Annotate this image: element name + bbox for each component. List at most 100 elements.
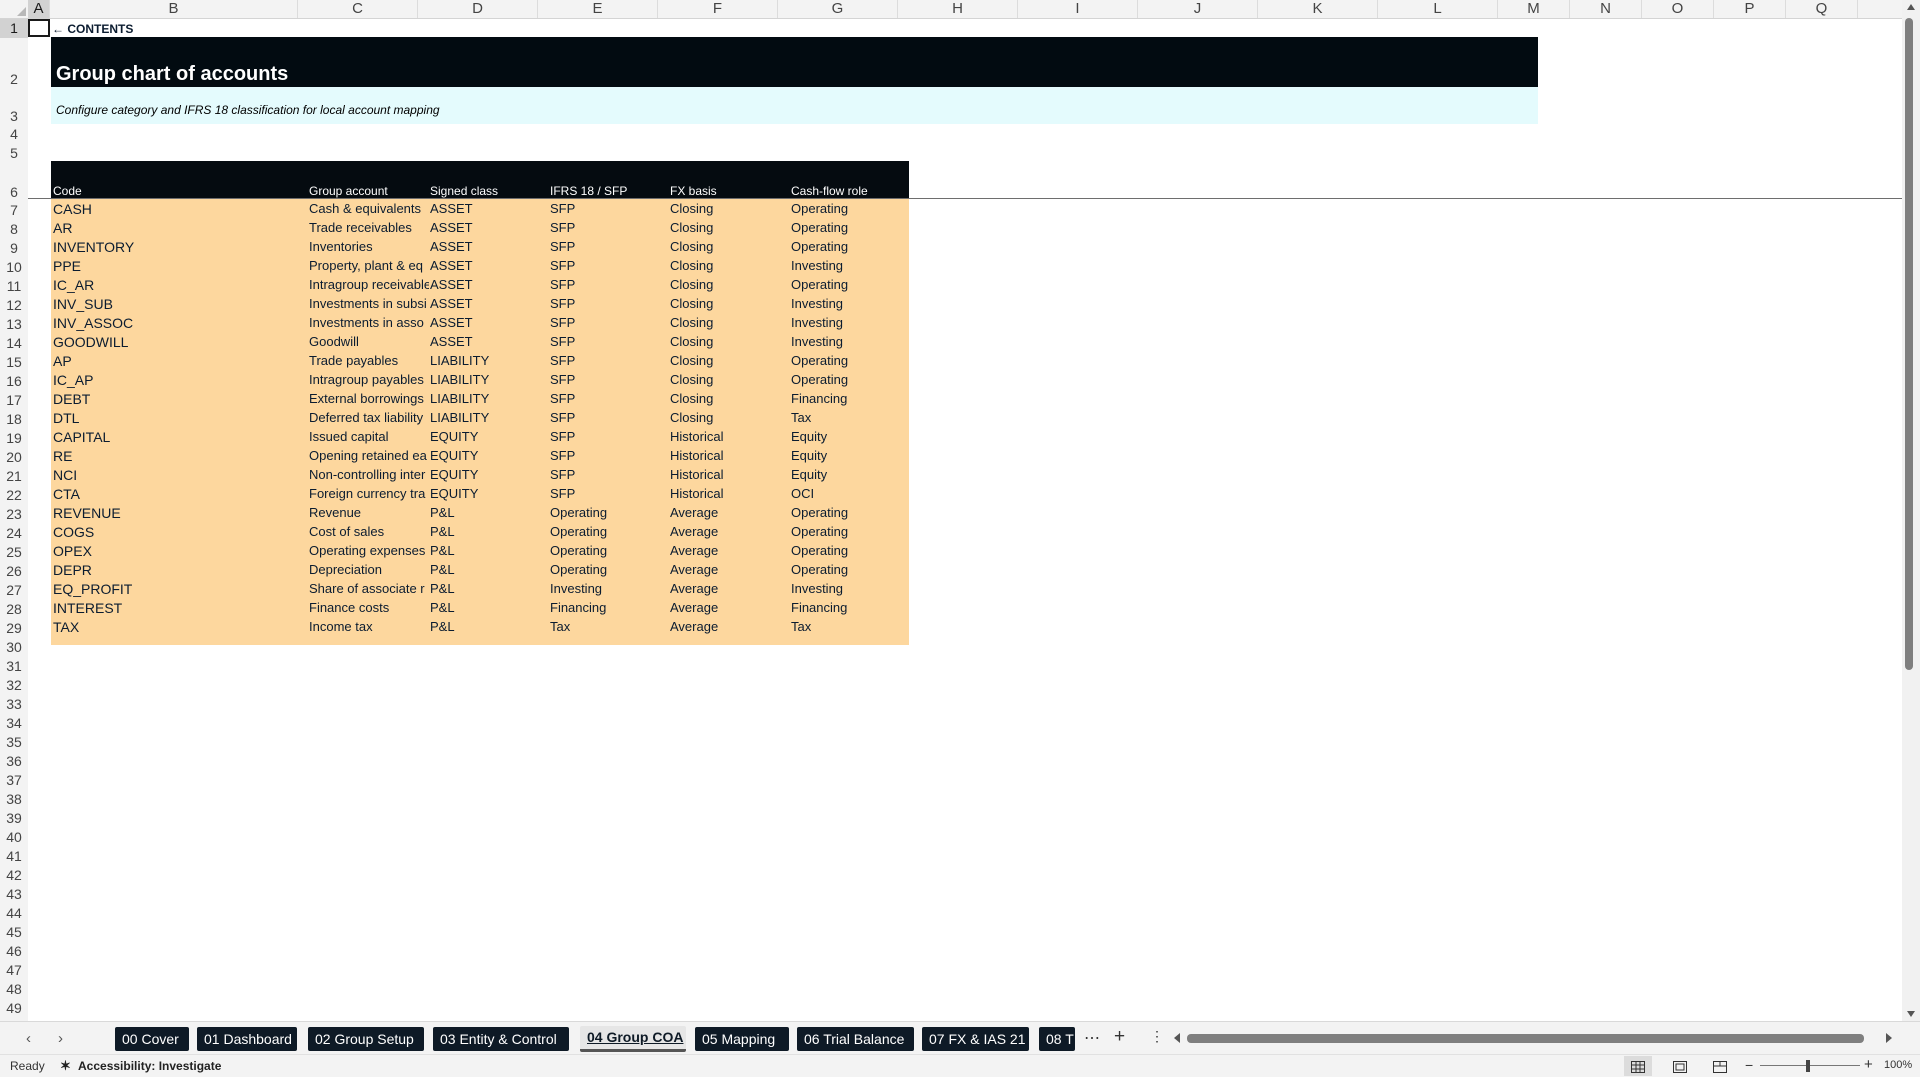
row-header-30[interactable]: 30 — [0, 638, 28, 657]
cell-code[interactable]: CAPITAL — [53, 427, 253, 446]
column-header-d[interactable]: D — [418, 0, 538, 18]
cell-fx-basis[interactable]: Historical — [670, 465, 788, 484]
column-header-fx-basis[interactable]: FX basis — [670, 184, 717, 198]
cell-ifrs18-sfp[interactable]: SFP — [550, 427, 668, 446]
column-header-code[interactable]: Code — [53, 184, 82, 198]
cell-ifrs18-sfp[interactable]: SFP — [550, 275, 668, 294]
cell-signed-class[interactable]: P&L — [430, 598, 548, 617]
cell-cash-flow-role[interactable]: Tax — [791, 617, 909, 636]
cell-signed-class[interactable]: LIABILITY — [430, 408, 548, 427]
sheet-tab[interactable]: 01 Dashboard — [197, 1027, 297, 1051]
cell-code[interactable]: DTL — [53, 408, 253, 427]
cell-code[interactable]: EQ_PROFIT — [53, 579, 253, 598]
cell-group-account[interactable]: Investments in subsi — [309, 294, 429, 313]
cell-signed-class[interactable]: LIABILITY — [430, 351, 548, 370]
cell-fx-basis[interactable]: Closing — [670, 237, 788, 256]
cell-fx-basis[interactable]: Average — [670, 541, 788, 560]
row-header-45[interactable]: 45 — [0, 923, 28, 942]
cell-ifrs18-sfp[interactable]: SFP — [550, 256, 668, 275]
cell-signed-class[interactable]: ASSET — [430, 218, 548, 237]
cell-ifrs18-sfp[interactable]: SFP — [550, 389, 668, 408]
cell-group-account[interactable]: Depreciation — [309, 560, 429, 579]
column-header-q[interactable]: Q — [1786, 0, 1858, 18]
cell-code[interactable]: DEPR — [53, 560, 253, 579]
cell-group-account[interactable]: Foreign currency tra — [309, 484, 429, 503]
cell-fx-basis[interactable]: Closing — [670, 218, 788, 237]
row-header-35[interactable]: 35 — [0, 733, 28, 752]
row-header-19[interactable]: 19 — [0, 429, 28, 448]
cell-signed-class[interactable]: P&L — [430, 579, 548, 598]
cell-code[interactable]: DEBT — [53, 389, 253, 408]
cell-ifrs18-sfp[interactable]: SFP — [550, 332, 668, 351]
worksheet-grid[interactable]: ← CONTENTS Group chart of accounts Confi… — [28, 19, 1902, 1021]
cell-cash-flow-role[interactable]: Operating — [791, 351, 909, 370]
vertical-scroll-thumb[interactable] — [1905, 18, 1913, 670]
cell-signed-class[interactable]: EQUITY — [430, 427, 548, 446]
row-header-1[interactable]: 1 — [0, 19, 28, 38]
cell-code[interactable]: OPEX — [53, 541, 253, 560]
row-header-49[interactable]: 49 — [0, 999, 28, 1018]
column-header-n[interactable]: N — [1570, 0, 1642, 18]
sheet-tab[interactable]: 00 Cover — [115, 1027, 189, 1051]
row-header-40[interactable]: 40 — [0, 828, 28, 847]
cell-fx-basis[interactable]: Historical — [670, 446, 788, 465]
cell-cash-flow-role[interactable]: Operating — [791, 541, 909, 560]
row-header-39[interactable]: 39 — [0, 809, 28, 828]
row-header-32[interactable]: 32 — [0, 676, 28, 695]
cell-signed-class[interactable]: LIABILITY — [430, 389, 548, 408]
row-header-13[interactable]: 13 — [0, 315, 28, 334]
row-header-33[interactable]: 33 — [0, 695, 28, 714]
cell-signed-class[interactable]: ASSET — [430, 313, 548, 332]
tab-scroll-right-button[interactable]: › — [58, 1030, 63, 1047]
vertical-scrollbar[interactable] — [1902, 0, 1920, 1021]
cell-signed-class[interactable]: P&L — [430, 617, 548, 636]
cell-ifrs18-sfp[interactable]: SFP — [550, 294, 668, 313]
cell-cash-flow-role[interactable]: Investing — [791, 579, 909, 598]
cell-ifrs18-sfp[interactable]: SFP — [550, 237, 668, 256]
row-header-38[interactable]: 38 — [0, 790, 28, 809]
row-header-47[interactable]: 47 — [0, 961, 28, 980]
cell-fx-basis[interactable]: Average — [670, 617, 788, 636]
cell-ifrs18-sfp[interactable]: Operating — [550, 541, 668, 560]
cell-fx-basis[interactable]: Closing — [670, 313, 788, 332]
cell-cash-flow-role[interactable]: Investing — [791, 313, 909, 332]
cell-code[interactable]: IC_AR — [53, 275, 253, 294]
column-header-m[interactable]: M — [1498, 0, 1570, 18]
row-header-34[interactable]: 34 — [0, 714, 28, 733]
cell-ifrs18-sfp[interactable]: SFP — [550, 408, 668, 427]
cell-fx-basis[interactable]: Closing — [670, 256, 788, 275]
cell-signed-class[interactable]: P&L — [430, 503, 548, 522]
cell-signed-class[interactable]: LIABILITY — [430, 370, 548, 389]
cell-ifrs18-sfp[interactable]: SFP — [550, 313, 668, 332]
row-header-6[interactable]: 6 — [0, 163, 28, 201]
more-tabs-button[interactable]: ⋯ — [1084, 1028, 1100, 1048]
row-header-15[interactable]: 15 — [0, 353, 28, 372]
cell-signed-class[interactable]: P&L — [430, 560, 548, 579]
select-all-corner[interactable] — [0, 0, 29, 18]
cell-cash-flow-role[interactable]: Investing — [791, 256, 909, 275]
cell-signed-class[interactable]: ASSET — [430, 294, 548, 313]
cell-signed-class[interactable]: ASSET — [430, 256, 548, 275]
cell-cash-flow-role[interactable]: Investing — [791, 332, 909, 351]
cell-fx-basis[interactable]: Average — [670, 560, 788, 579]
cell-code[interactable]: IC_AP — [53, 370, 253, 389]
cell-ifrs18-sfp[interactable]: Operating — [550, 522, 668, 541]
cell-group-account[interactable]: Operating expenses — [309, 541, 429, 560]
cell-signed-class[interactable]: EQUITY — [430, 446, 548, 465]
column-header-signed-class[interactable]: Signed class — [430, 184, 498, 198]
cell-group-account[interactable]: Inventories — [309, 237, 429, 256]
row-header-22[interactable]: 22 — [0, 486, 28, 505]
scroll-left-arrow-icon[interactable] — [1174, 1033, 1180, 1043]
column-header-f[interactable]: F — [658, 0, 778, 18]
cell-signed-class[interactable]: ASSET — [430, 332, 548, 351]
cell-group-account[interactable]: Revenue — [309, 503, 429, 522]
tab-scroll-left-button[interactable]: ‹ — [26, 1030, 31, 1047]
cell-cash-flow-role[interactable]: Financing — [791, 389, 909, 408]
row-header-25[interactable]: 25 — [0, 543, 28, 562]
contents-link[interactable]: ← CONTENTS — [52, 22, 133, 36]
cell-fx-basis[interactable]: Historical — [670, 427, 788, 446]
cell-ifrs18-sfp[interactable]: SFP — [550, 199, 668, 218]
row-header-11[interactable]: 11 — [0, 277, 28, 296]
zoom-slider-thumb[interactable] — [1806, 1060, 1810, 1072]
page-break-view-button[interactable] — [1706, 1056, 1734, 1076]
